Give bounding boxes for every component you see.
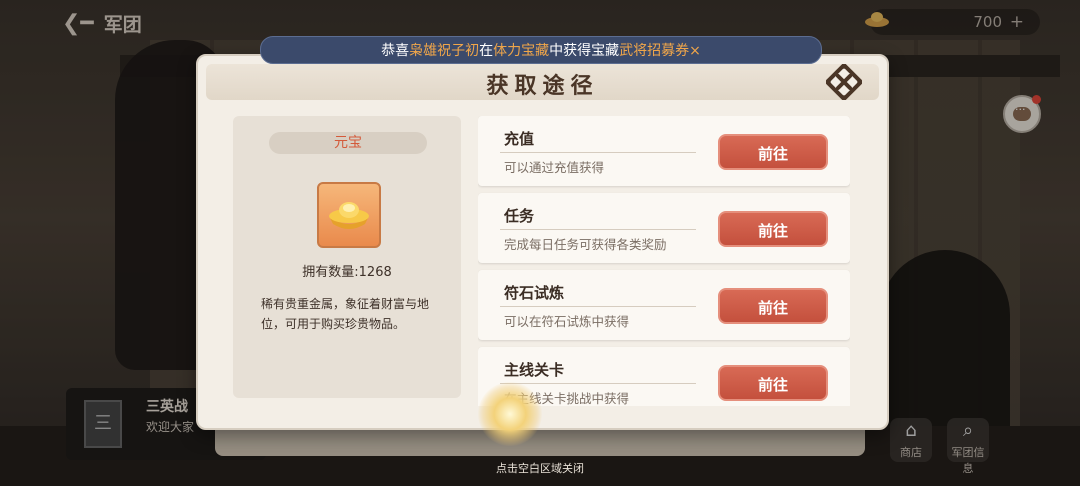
announcement-mid2: 中获得宝藏: [549, 43, 620, 59]
announcement-mid1: 在: [479, 43, 494, 59]
announcement-location: 体力宝藏: [493, 43, 550, 59]
goto-button[interactable]: 前往: [718, 134, 828, 170]
source-card: 任务 完成每日任务可获得各类奖励 前往: [478, 193, 850, 263]
source-card: 符石试炼 可以在符石试炼中获得 前往: [478, 270, 850, 340]
item-info-panel: 元宝 拥有数量:1268 稀有贵重金属，象征着财富与地位，可用于购买珍贵物品。: [233, 116, 461, 398]
item-name: 元宝: [269, 132, 427, 154]
goto-button[interactable]: 前往: [718, 365, 828, 401]
divider: [500, 383, 696, 384]
announcement-player: 枭雄祝子初: [409, 43, 480, 59]
source-title: 主线关卡: [504, 361, 565, 379]
source-title: 符石试炼: [504, 284, 565, 302]
goto-button[interactable]: 前往: [718, 211, 828, 247]
tap-glow-effect: [478, 382, 542, 446]
close-icon[interactable]: [826, 64, 862, 100]
announcement-prefix: 恭喜: [381, 43, 410, 59]
source-description: 完成每日任务可获得各类奖励: [504, 237, 667, 252]
source-title: 任务: [504, 207, 535, 225]
gold-ingot-item-icon: [317, 182, 381, 248]
item-description: 稀有贵重金属，象征着财富与地位，可用于购买珍贵物品。: [261, 297, 430, 331]
divider: [500, 229, 696, 230]
source-card: 充值 可以通过充值获得 前往: [478, 116, 850, 186]
source-description: 可以在符石试炼中获得: [504, 314, 630, 329]
item-count: 拥有数量:1268: [302, 265, 392, 280]
goto-button[interactable]: 前往: [718, 288, 828, 324]
gold-ingot-icon: [329, 202, 369, 229]
source-list[interactable]: 充值 可以通过充值获得 前往 任务 完成每日任务可获得各类奖励 前往 符石试炼 …: [478, 116, 850, 406]
close-hint: 点击空白区域关闭: [496, 462, 584, 475]
dialog-title: 获取途径: [486, 73, 599, 99]
announcement-banner: 恭喜 枭雄祝子初 在 体力宝藏 中获得宝藏 武将招募券×: [260, 36, 822, 64]
dialog-header: 获取途径: [206, 64, 879, 100]
divider: [500, 306, 696, 307]
acquire-route-dialog: 获取途径 元宝 拥有数量:1268 稀有贵重金属，象征着财富与地位，可用于购买珍…: [196, 54, 889, 430]
source-description: 可以通过充值获得: [504, 160, 605, 175]
source-title: 充值: [504, 130, 535, 148]
divider: [500, 152, 696, 153]
announcement-reward: 武将招募券×: [619, 43, 701, 59]
